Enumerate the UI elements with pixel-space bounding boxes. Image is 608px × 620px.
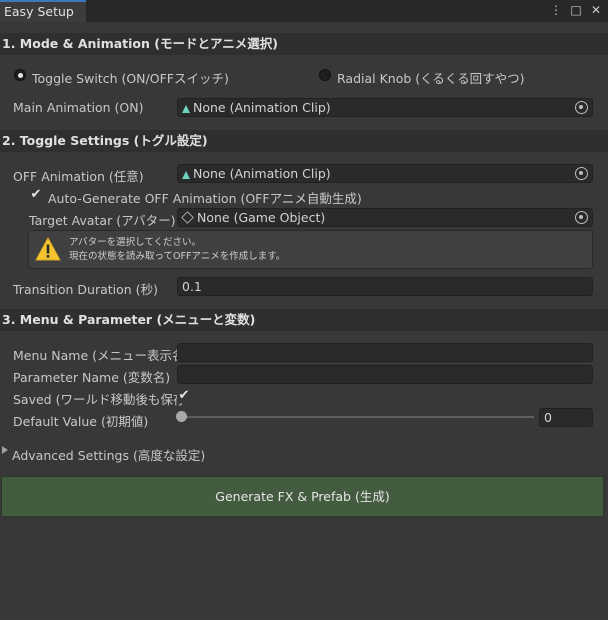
object-picker-icon[interactable] — [575, 101, 588, 114]
default-value-label: Default Value (初期値) — [13, 414, 149, 429]
radio-toggle-switch-label[interactable]: Toggle Switch (ON/OFFスイッチ) — [32, 68, 229, 87]
warning-line-2: 現在の状態を読み取ってOFFアニメを作成します。 — [69, 251, 286, 262]
section-header-toggle-settings: 2. Toggle Settings (トグル設定) — [0, 130, 608, 152]
maximize-icon[interactable]: □ — [570, 3, 582, 17]
parameter-name-input[interactable] — [177, 365, 593, 384]
section-header-mode-animation: 1. Mode & Animation (モードとアニメ選択) — [0, 33, 608, 55]
target-avatar-field[interactable]: None (Game Object) — [177, 208, 593, 227]
off-animation-label: OFF Animation (任意) — [13, 169, 144, 184]
advanced-settings-foldout[interactable]: Advanced Settings (高度な設定) — [12, 445, 205, 464]
object-picker-icon[interactable] — [575, 211, 588, 224]
object-picker-icon[interactable] — [575, 167, 588, 180]
target-avatar-label: Target Avatar (アバター) — [29, 213, 176, 228]
radio-radial-knob[interactable] — [319, 69, 331, 81]
easy-setup-window: Easy Setup ⋮ □ ✕ 1. Mode & Animation (モー… — [0, 0, 608, 620]
saved-label: Saved (ワールド移動後も保存 — [13, 392, 186, 407]
animation-clip-icon — [182, 171, 190, 179]
main-animation-label: Main Animation (ON) — [13, 100, 144, 115]
transition-duration-input[interactable]: 0.1 — [177, 277, 593, 296]
kebab-menu-icon[interactable]: ⋮ — [550, 3, 562, 17]
default-value-input[interactable]: 0 — [539, 408, 593, 427]
auto-generate-label[interactable]: Auto-Generate OFF Animation (OFFアニメ自動生成) — [48, 188, 362, 207]
parameter-name-label: Parameter Name (変数名) — [13, 370, 171, 385]
warning-line-1: アバターを選択してください。 — [69, 237, 202, 248]
title-bar: Easy Setup ⋮ □ ✕ — [0, 0, 608, 22]
default-value-slider-handle[interactable] — [176, 411, 187, 422]
menu-name-label: Menu Name (メニュー表示名) — [13, 348, 190, 363]
target-avatar-value: None (Game Object) — [197, 210, 326, 225]
main-animation-value: None (Animation Clip) — [193, 100, 331, 115]
foldout-arrow-icon[interactable] — [2, 446, 8, 454]
off-animation-value: None (Animation Clip) — [193, 166, 331, 181]
tab-easy-setup[interactable]: Easy Setup — [0, 0, 86, 22]
transition-duration-label: Transition Duration (秒) — [13, 282, 158, 297]
animation-clip-icon — [182, 105, 190, 113]
game-object-icon — [181, 211, 194, 224]
close-icon[interactable]: ✕ — [590, 3, 602, 17]
radio-toggle-switch[interactable] — [14, 69, 26, 81]
warning-icon — [35, 237, 61, 261]
auto-generate-checkbox[interactable]: ✔ — [29, 188, 43, 202]
warning-help-box: アバターを選択してください。 現在の状態を読み取ってOFFアニメを作成します。 — [28, 230, 593, 269]
generate-button[interactable]: Generate FX & Prefab (生成) — [1, 476, 604, 517]
off-animation-field[interactable]: None (Animation Clip) — [177, 164, 593, 183]
saved-checkbox[interactable]: ✔ — [177, 389, 191, 403]
section-header-menu-parameter: 3. Menu & Parameter (メニューと変数) — [0, 309, 608, 331]
menu-name-input[interactable] — [177, 343, 593, 362]
default-value-slider-track[interactable] — [180, 416, 534, 418]
window-controls: ⋮ □ ✕ — [550, 3, 602, 17]
main-animation-field[interactable]: None (Animation Clip) — [177, 98, 593, 117]
warning-text: アバターを選択してください。 現在の状態を読み取ってOFFアニメを作成します。 — [69, 236, 285, 264]
radio-radial-knob-label[interactable]: Radial Knob (くるくる回すやつ) — [337, 68, 525, 87]
